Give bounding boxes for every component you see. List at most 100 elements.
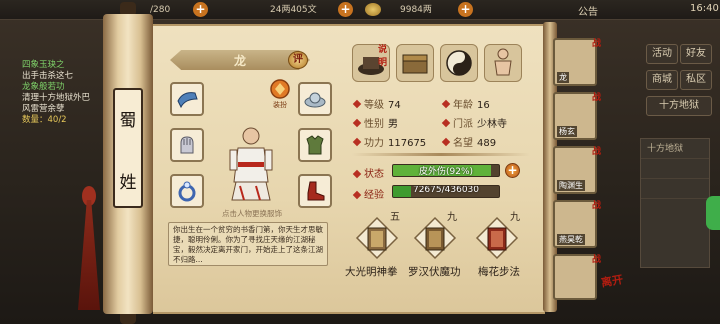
yuanbao-icon [365,3,381,16]
stat-sect: 门派 少林寺 [453,115,507,130]
battle-tag: 战 [592,93,602,103]
notice-link[interactable]: 公告 [578,3,598,18]
change-outfit-hint: 点击人物更换服饰 [222,209,282,218]
party-member-name: 杨玄 [557,126,577,137]
party-member-2[interactable]: 杨玄 [553,92,597,140]
stat-label: 年龄 [453,100,473,111]
add-stamina-button[interactable]: + [193,2,208,17]
status-label: 状态 [364,169,384,180]
quest-line: 四象玉玦之 [22,60,65,70]
shop-button[interactable]: 商城 [646,70,678,90]
armor-icon [306,135,324,155]
stat-label: 名望 [453,138,473,149]
stat-power: 功力 117675 [364,134,426,149]
fist-book-icon[interactable] [355,216,399,260]
add-gold-button[interactable]: + [338,2,353,17]
skill-name: 梅花步法 [478,266,520,278]
rating-badge[interactable]: 评 [288,51,308,69]
stats-divider [352,153,530,156]
bracer-icon [177,92,198,109]
equip-slot-armor[interactable] [298,128,332,162]
battle-tag: 战 [592,39,602,49]
stat-value: 117675 [388,138,427,149]
dress-up-label: 装扮 [273,101,287,109]
equip-slot-hat[interactable] [298,82,332,116]
skill-name: 大光明神拳 [345,266,398,278]
stat-label: 等级 [364,100,384,111]
add-yuanbao-button[interactable]: + [458,2,473,17]
battle-tag: 战 [592,255,602,265]
plaque-char-bottom: 姓 [119,173,137,193]
equip-slot-ring[interactable] [170,174,204,208]
exp-text: 72675/436030 [412,185,480,195]
battle-tag: 战 [592,147,602,157]
equip-slot-bracer[interactable] [170,82,204,116]
chat-toggle[interactable] [706,196,720,230]
tab-cultivation[interactable] [440,44,478,82]
stat-gender: 性别男 [364,115,398,130]
close-seal-button[interactable]: 离开 [600,270,634,303]
body-icon [494,48,512,76]
stat-fame: 名望 489 [453,134,496,149]
map-entry[interactable]: 十方地狱 [641,139,709,159]
quest-tracker[interactable]: 四象玉玦之 出手击杀这七 龙象般若功 清理十方地狱外巴 风雷营余孽 数量：40/… [22,60,102,126]
party-member-3[interactable]: 陶渊生 [553,146,597,194]
quest-line: 龙象般若功 [22,82,65,92]
quest-line: 出手击杀这七 [22,71,74,81]
exp-label: 经验 [364,190,384,201]
equip-slot-boots[interactable] [298,174,332,208]
ring-icon [178,181,196,202]
quest-line: 风雷营余孽 [22,104,65,114]
party-member-name: 陶渊生 [557,180,585,191]
party-member-name: 燕昊乾 [557,234,585,245]
chest-icon [402,54,428,74]
clock: 16:40 [690,3,719,14]
map-entry-empty [641,159,709,179]
dress-up-icon[interactable] [269,78,291,100]
party-member-name: 龙 [557,72,569,83]
glove-icon [180,136,194,154]
exp-bar: 72675/436030 [392,185,500,198]
status-bar: 皮外伤(92%) [392,164,500,177]
boots-icon [307,181,325,201]
taiji-icon [446,50,472,76]
stat-value: 74 [388,100,401,111]
stat-level: 等级 74 [364,96,401,111]
party-member-1[interactable]: 龙 [553,38,597,86]
stat-value: 少林寺 [477,119,507,130]
battle-tag: 战 [592,201,602,211]
tab-info-tag: 说明 [378,45,388,68]
yuanbao-value: 9984两 [400,5,432,15]
step-book-icon[interactable] [475,216,519,260]
character-bio: 你出生在一个贫穷的书香门第，你天生才思敏捷，聪明伶俐。你为了寻找庄天缘的江湖秘宝… [168,222,328,266]
plaque-char-top: 蜀 [119,111,137,131]
stat-label: 性别 [364,119,384,130]
stat-label: 门派 [453,119,473,130]
heal-button[interactable]: + [505,163,520,178]
surname-plaque: 蜀 姓 [113,88,143,208]
map-entry-empty [641,179,709,199]
tab-inventory[interactable] [396,44,434,82]
friends-button[interactable]: 好友 [680,44,712,64]
stat-age: 年龄 16 [453,96,490,111]
status-text: 皮外伤(92%) [418,167,474,177]
stat-value: 男 [388,119,398,130]
hat-icon [304,92,326,108]
party-member-5[interactable] [553,254,597,300]
quest-line: 清理十方地狱外巴 [22,93,91,103]
map-panel: 十方地狱 [640,138,710,268]
quest-line: 数量：40/2 [22,115,67,125]
activity-button[interactable]: 活动 [646,44,678,64]
skill-name: 罗汉伏魔功 [408,266,461,278]
map-title[interactable]: 十方地狱 [646,96,712,116]
stat-value: 489 [477,138,497,149]
private-zone-button[interactable]: 私区 [680,70,712,90]
party-member-4[interactable]: 燕昊乾 [553,200,597,248]
stat-value: 16 [477,100,490,111]
stamina-value: /280 [150,5,171,15]
character-figure[interactable] [226,126,276,204]
palm-book-icon[interactable] [413,216,457,260]
stat-label: 功力 [364,138,384,149]
tab-meridians[interactable] [484,44,522,82]
equip-slot-glove[interactable] [170,128,204,162]
